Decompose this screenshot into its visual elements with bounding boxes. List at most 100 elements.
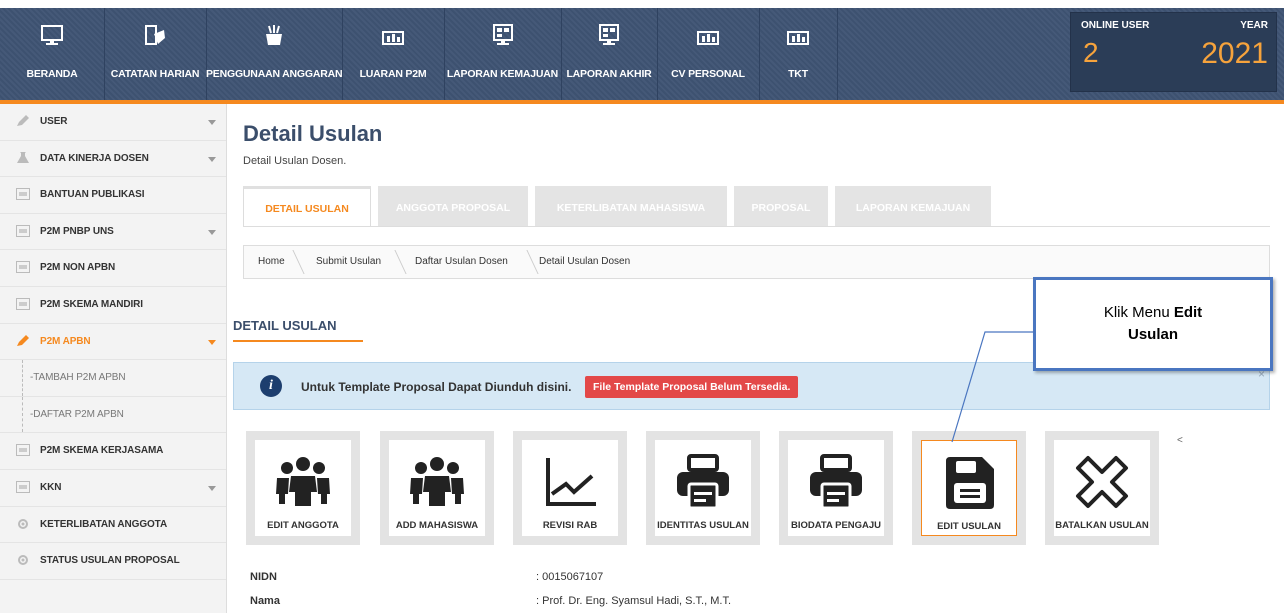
- field-value-nidn: : 0015067107: [536, 571, 604, 583]
- field-label-nidn: NIDN: [250, 571, 277, 583]
- sidebar-item-p2m-non-apbn[interactable]: P2M NON APBN: [0, 250, 226, 287]
- breadcrumb-submit-usulan[interactable]: Submit Usulan: [316, 256, 381, 267]
- sidebar-item-user[interactable]: USER: [0, 104, 226, 141]
- tab-anggota-proposal[interactable]: ANGGOTA PROPOSAL: [378, 186, 528, 226]
- add-mahasiswa-button[interactable]: ADD MAHASISWA: [380, 431, 494, 545]
- chevron-down-icon: [208, 339, 216, 345]
- sidebar-item-kkn[interactable]: KKN: [0, 470, 226, 507]
- sidebar-item-p2m-pnbp-uns[interactable]: P2M PNBP UNS: [0, 214, 226, 251]
- sidebar-item-label: DATA KINERJA DOSEN: [40, 152, 149, 164]
- breadcrumb-separator: [512, 250, 539, 274]
- breadcrumb-home[interactable]: Home: [258, 256, 285, 267]
- chevron-down-icon: [208, 156, 216, 162]
- sidebar-item-status-usulan-proposal[interactable]: STATUS USULAN PROPOSAL: [0, 543, 226, 580]
- tile-label: IDENTITAS USULAN: [657, 520, 749, 531]
- tab-proposal[interactable]: PROPOSAL: [734, 186, 828, 226]
- nav-label: LUARAN P2M: [359, 68, 427, 80]
- nav-item-laporan-kemajuan[interactable]: LAPORAN KEMAJUAN: [444, 8, 562, 100]
- nav-item-tkt[interactable]: TKT: [759, 8, 838, 100]
- pencil-icon: [17, 334, 29, 346]
- section-underline: [233, 340, 363, 342]
- online-user-count: 2: [1083, 37, 1099, 68]
- breadcrumb: Home Submit Usulan Daftar Usulan Dosen D…: [243, 245, 1270, 279]
- nav-item-catatan-harian[interactable]: CATATAN HARIAN: [104, 8, 207, 100]
- tile-inner: IDENTITAS USULAN: [655, 440, 751, 536]
- screen-icon: [16, 261, 30, 274]
- printer-icon: [810, 454, 862, 510]
- revisi-rab-button[interactable]: REVISI RAB: [513, 431, 627, 545]
- sidebar-item-label: -DAFTAR P2M APBN: [30, 408, 124, 420]
- tile-label: BATALKAN USULAN: [1055, 520, 1149, 531]
- sidebar-item-label: P2M SKEMA MANDIRI: [40, 298, 143, 310]
- tile-inner: REVISI RAB: [522, 440, 618, 536]
- biodata-pengaju-button[interactable]: BIODATA PENGAJU: [779, 431, 893, 545]
- nav-label: BERANDA: [26, 68, 78, 80]
- tile-inner: ADD MAHASISWA: [389, 440, 485, 536]
- gear-icon: [18, 555, 28, 566]
- line-chart-icon: [546, 458, 596, 506]
- edit-usulan-button[interactable]: EDIT USULAN: [912, 431, 1026, 545]
- sidebar-item-bantuan-publikasi[interactable]: BANTUAN PUBLIKASI: [0, 177, 226, 214]
- sidebar-item-label: P2M SKEMA KERJASAMA: [40, 445, 164, 457]
- tile-inner: BATALKAN USULAN: [1054, 440, 1150, 536]
- callout-text-normal: Klik Menu: [1103, 304, 1174, 321]
- sidebar-item-p2m-skema-mandiri[interactable]: P2M SKEMA MANDIRI: [0, 287, 226, 324]
- sidebar-item-label: BANTUAN PUBLIKASI: [40, 189, 145, 201]
- sidebar-item-label: KKN: [40, 481, 62, 493]
- tab-detail-usulan[interactable]: DETAIL USULAN: [243, 186, 371, 226]
- page-title: Detail Usulan: [243, 121, 383, 146]
- bar-chart-icon: [382, 31, 404, 45]
- identitas-usulan-button[interactable]: IDENTITAS USULAN: [646, 431, 760, 545]
- printer-icon: [677, 454, 729, 510]
- edit-anggota-button[interactable]: EDIT ANGGOTA: [246, 431, 360, 545]
- sidebar-subitem-daftar-p2m-apbn[interactable]: -DAFTAR P2M APBN: [0, 396, 226, 434]
- stray-text: <: [1177, 435, 1183, 446]
- sidebar-item-data-kinerja-dosen[interactable]: DATA KINERJA DOSEN: [0, 141, 226, 178]
- report-monitor-icon: [492, 24, 513, 45]
- sidebar-item-p2m-skema-kerjasama[interactable]: P2M SKEMA KERJASAMA: [0, 433, 226, 470]
- screen-icon: [16, 297, 30, 310]
- chevron-down-icon: [208, 120, 216, 125]
- screen-icon: [16, 444, 30, 457]
- sidebar-subitem-tambah-p2m-apbn[interactable]: -TAMBAH P2M APBN: [0, 360, 226, 397]
- sidebar-item-label: P2M NON APBN: [40, 262, 116, 274]
- year-label: YEAR: [1240, 20, 1268, 31]
- info-icon: i: [260, 375, 282, 397]
- tile-label: EDIT USULAN: [937, 521, 1001, 532]
- money-pot-icon: [266, 25, 282, 45]
- sidebar-item-label: P2M APBN: [40, 335, 91, 347]
- year-value: 2021: [1201, 37, 1268, 70]
- nav-item-cv-personal[interactable]: CV PERSONAL: [657, 8, 760, 100]
- top-navigation: BERANDA CATATAN HARIAN PENGGUNAAN ANGGAR…: [0, 0, 1284, 104]
- batalkan-usulan-button[interactable]: BATALKAN USULAN: [1045, 431, 1159, 545]
- screen-icon: [16, 188, 30, 201]
- gear-icon: [18, 518, 28, 529]
- page-subtitle: Detail Usulan Dosen.: [243, 155, 347, 167]
- breadcrumb-separator: [380, 250, 407, 274]
- tab-keterlibatan-mahasiswa[interactable]: KETERLIBATAN MAHASISWA: [535, 186, 727, 226]
- screen-icon: [16, 224, 30, 237]
- sidebar-item-label: KETERLIBATAN ANGGOTA: [40, 518, 168, 530]
- group-icon: [410, 457, 464, 506]
- tab-underline: [243, 226, 1270, 227]
- notes-hand-icon: [145, 25, 165, 45]
- tab-laporan-kemajuan[interactable]: LAPORAN KEMAJUAN: [835, 186, 991, 226]
- tree-line: [22, 396, 23, 433]
- nav-item-beranda[interactable]: BERANDA: [0, 8, 105, 100]
- nav-item-laporan-akhir[interactable]: LAPORAN AKHIR: [561, 8, 658, 100]
- callout-text-bold: Edit: [1173, 304, 1203, 321]
- info-text: Untuk Template Proposal Dapat Diunduh di…: [301, 380, 572, 394]
- bar-chart-icon: [697, 31, 719, 45]
- breadcrumb-daftar-usulan-dosen[interactable]: Daftar Usulan Dosen: [415, 256, 508, 267]
- sidebar-item-keterlibatan-anggota[interactable]: KETERLIBATAN ANGGOTA: [0, 507, 226, 544]
- nav-item-luaran-p2m[interactable]: LUARAN P2M: [342, 8, 445, 100]
- nav-item-penggunaan-anggaran[interactable]: PENGGUNAAN ANGGARAN: [206, 8, 343, 100]
- sidebar-item-p2m-apbn[interactable]: P2M APBN: [0, 324, 226, 361]
- chevron-down-icon: [208, 229, 216, 235]
- nav-label: CATATAN HARIAN: [110, 68, 200, 80]
- callout-text-bold: Usulan: [1127, 326, 1178, 343]
- tile-label: EDIT ANGGOTA: [267, 520, 339, 531]
- sidebar: USER DATA KINERJA DOSEN BANTUAN PUBLIKAS…: [0, 104, 227, 613]
- template-proposal-button[interactable]: File Template Proposal Belum Tersedia.: [585, 376, 799, 398]
- screen-icon: [16, 480, 30, 493]
